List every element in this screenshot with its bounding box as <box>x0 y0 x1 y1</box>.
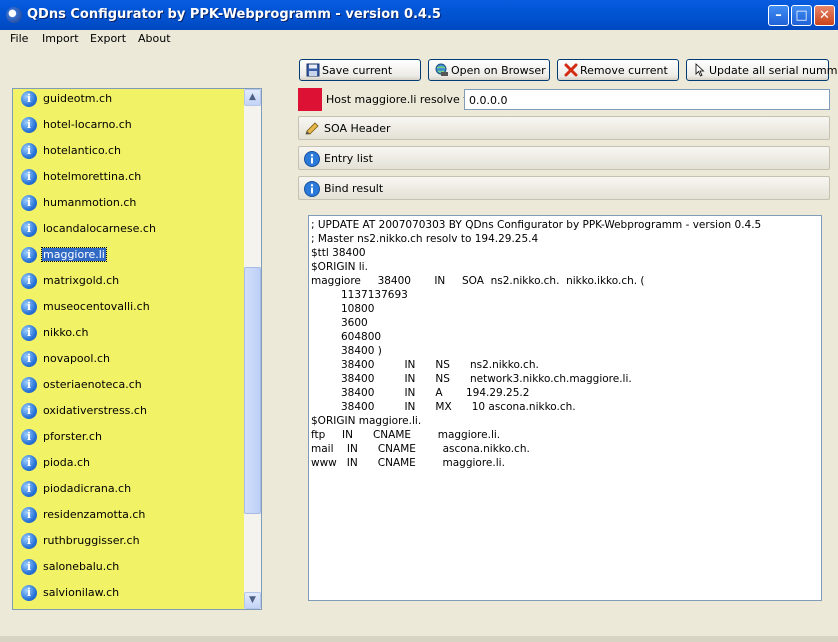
domain-label: salvionilaw.ch <box>43 586 120 599</box>
scroll-up-arrow-icon[interactable]: ▲ <box>244 89 261 106</box>
info-icon: i <box>21 91 37 107</box>
bind-result-line: maggiore 38400 IN SOA ns2.nikko.ch. nikk… <box>311 275 645 287</box>
info-icon: i <box>21 533 37 549</box>
bind-result-line: $ORIGIN maggiore.li. <box>311 415 422 427</box>
scroll-down-arrow-icon[interactable]: ▼ <box>244 592 261 609</box>
bind-result-textarea[interactable]: ; UPDATE AT 2007070303 BY QDns Configura… <box>308 215 822 601</box>
info-icon: i <box>21 585 37 601</box>
red-x-icon <box>564 63 578 77</box>
menu-bar: File Import Export About <box>0 30 838 48</box>
maximize-button[interactable]: □ <box>791 5 812 26</box>
info-icon: i <box>21 221 37 237</box>
info-icon <box>304 151 320 167</box>
domain-label: museocentovalli.ch <box>43 300 150 313</box>
info-icon: i <box>21 559 37 575</box>
info-icon: i <box>21 325 37 341</box>
domain-list[interactable]: i guideotm.ch i hotel-locarno.ch i hotelantic… <box>12 88 262 610</box>
domain-label: guideotm.ch <box>43 92 113 105</box>
info-icon: i <box>21 481 37 497</box>
info-icon: i <box>21 247 37 263</box>
list-scrollbar[interactable]: ▲ ▼ <box>244 89 261 609</box>
bind-result-line: 38400 IN NS ns2.nikko.ch. <box>341 359 539 371</box>
domain-label: maggiore.li <box>41 247 107 262</box>
domain-label: nikko.ch <box>43 326 89 339</box>
bind-result-line: 38400 IN MX 10 ascona.nikko.ch. <box>341 401 576 413</box>
bind-result-line: 38400 ) <box>341 345 382 357</box>
bind-result-line: ftp IN CNAME maggiore.li. <box>311 429 501 441</box>
info-icon <box>304 181 320 197</box>
close-button[interactable]: ✕ <box>814 5 835 26</box>
domain-label: ruthbruggisser.ch <box>43 534 140 547</box>
window-title: QDns Configurator by PPK-Webprogramm - v… <box>27 7 441 22</box>
domain-label: hotelantico.ch <box>43 144 122 157</box>
bind-result-line: 3600 <box>341 317 368 329</box>
bind-result-line: $ttl 38400 <box>311 247 366 259</box>
info-icon: i <box>21 507 37 523</box>
domain-label: pforster.ch <box>43 430 102 443</box>
info-icon: i <box>21 403 37 419</box>
app-icon[interactable] <box>6 7 22 23</box>
domain-label: matrixgold.ch <box>43 274 120 287</box>
info-icon: i <box>21 455 37 471</box>
domain-label: oxidativerstress.ch <box>43 404 147 417</box>
domain-label: hotelmorettina.ch <box>43 170 142 183</box>
save-current-button[interactable]: Save current <box>299 59 421 81</box>
bind-result-line: ; Master ns2.nikko.ch resolv to 194.29.2… <box>311 233 539 245</box>
info-icon: i <box>21 195 37 211</box>
remove-current-button[interactable]: Remove current <box>557 59 679 81</box>
resolve-status-indicator <box>298 88 322 111</box>
info-icon: i <box>21 169 37 185</box>
bind-result-section[interactable]: Bind result <box>298 176 830 200</box>
window-bottom-border <box>0 636 838 642</box>
info-icon: i <box>21 273 37 289</box>
scroll-thumb[interactable] <box>244 267 261 514</box>
info-icon: i <box>21 143 37 159</box>
info-icon: i <box>21 429 37 445</box>
bind-result-line: 10800 <box>341 303 375 315</box>
minimize-button[interactable]: – <box>768 5 789 26</box>
soa-header-section[interactable]: SOA Header <box>298 116 830 140</box>
cursor-refresh-icon <box>695 63 705 77</box>
bind-result-line: 38400 IN NS network3.nikko.ch.maggiore.l… <box>341 373 632 385</box>
bind-result-line: $ORIGIN li. <box>311 261 368 273</box>
info-icon: i <box>21 299 37 315</box>
host-ip-input[interactable] <box>464 89 830 110</box>
pencil-icon <box>305 122 319 135</box>
globe-icon <box>435 63 448 76</box>
bind-result-line: 1137137693 <box>341 289 408 301</box>
bind-result-line: 38400 IN A 194.29.25.2 <box>341 387 530 399</box>
update-serial-button[interactable]: Update all serial nummer <box>686 59 838 81</box>
menu-file[interactable]: File <box>10 32 28 45</box>
domain-label: locandalocarnese.ch <box>43 222 156 235</box>
bind-result-line: 604800 <box>341 331 382 343</box>
info-icon: i <box>21 377 37 393</box>
menu-export[interactable]: Export <box>90 32 126 45</box>
domain-label: residenzamotta.ch <box>43 508 146 521</box>
domain-label: hotel-locarno.ch <box>43 118 132 131</box>
host-resolve-label: Host maggiore.li resolve to: <box>326 93 478 106</box>
floppy-disk-icon <box>306 63 320 77</box>
open-browser-button[interactable]: Open on Browser <box>428 59 550 81</box>
entry-list-section[interactable]: Entry list <box>298 146 830 170</box>
menu-import[interactable]: Import <box>42 32 79 45</box>
domain-label: humanmotion.ch <box>43 196 137 209</box>
info-icon: i <box>21 117 37 133</box>
info-icon: i <box>21 351 37 367</box>
menu-about[interactable]: About <box>138 32 171 45</box>
domain-label: osteriaenoteca.ch <box>43 378 142 391</box>
domain-label: piodadicrana.ch <box>43 482 132 495</box>
bind-result-line: ; UPDATE AT 2007070303 BY QDns Configura… <box>311 219 762 231</box>
domain-label: pioda.ch <box>43 456 91 469</box>
title-bar[interactable]: QDns Configurator by PPK-Webprogramm - v… <box>0 0 838 30</box>
bind-result-line: www IN CNAME maggiore.li. <box>311 457 505 469</box>
domain-label: novapool.ch <box>43 352 110 365</box>
domain-label: salonebalu.ch <box>43 560 120 573</box>
bind-result-line: mail IN CNAME ascona.nikko.ch. <box>311 443 530 455</box>
